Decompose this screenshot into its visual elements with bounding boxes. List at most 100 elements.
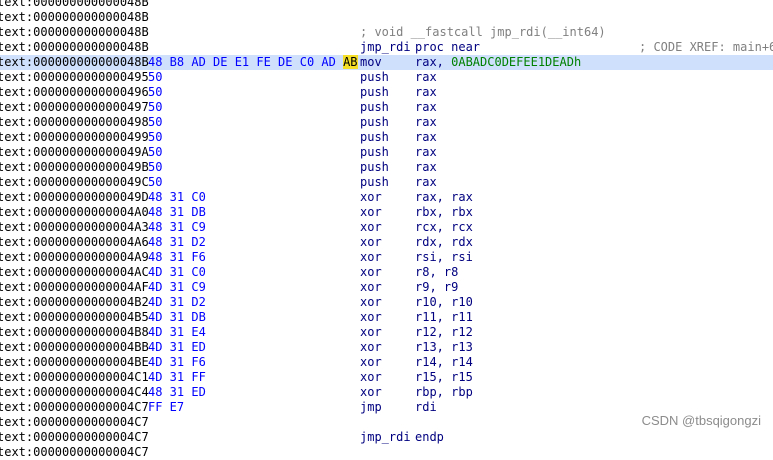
- instruction-mnemonic[interactable]: push: [360, 70, 389, 85]
- instruction-operands[interactable]: rax, 0ABADC0DEFEE1DEADh: [415, 55, 581, 70]
- listing-line[interactable]: text:00000000000004A0 48 31 DB xor rbx, rbx: [0, 205, 773, 220]
- line-address[interactable]: text:0000000000000499: [0, 130, 149, 145]
- listing-line[interactable]: text:00000000000004C7: [0, 445, 773, 460]
- listing-line[interactable]: text:00000000000004B5 4D 31 DB xor r11, r11: [0, 310, 773, 325]
- listing-line[interactable]: text:0000000000000497 50 push rax: [0, 100, 773, 115]
- instruction-operands[interactable]: rax: [415, 115, 437, 130]
- instruction-mnemonic[interactable]: xor: [360, 370, 382, 385]
- opcode-bytes[interactable]: 4D 31 C9: [148, 280, 206, 295]
- listing-line[interactable]: text:000000000000048B: [0, 10, 773, 25]
- line-address[interactable]: text:00000000000004C7: [0, 415, 149, 430]
- instruction-operands[interactable]: r11, r11: [415, 310, 473, 325]
- listing-line[interactable]: text:00000000000004C1 4D 31 FF xor r15, r15: [0, 370, 773, 385]
- listing-line[interactable]: text:000000000000048B 48 B8 AD DE E1 FE D…: [0, 55, 773, 70]
- opcode-bytes[interactable]: 4D 31 E4: [148, 325, 206, 340]
- listing-line[interactable]: text:00000000000004AF 4D 31 C9 xor r9, r9: [0, 280, 773, 295]
- instruction-operands[interactable]: r13, r13: [415, 340, 473, 355]
- opcode-bytes[interactable]: 4D 31 F6: [148, 355, 206, 370]
- opcode-bytes[interactable]: 4D 31 DB: [148, 310, 206, 325]
- instruction-mnemonic[interactable]: xor: [360, 385, 382, 400]
- instruction-mnemonic[interactable]: push: [360, 175, 389, 190]
- listing-line[interactable]: text:00000000000004A9 48 31 F6 xor rsi, rsi: [0, 250, 773, 265]
- opcode-bytes[interactable]: 50: [148, 175, 162, 190]
- instruction-mnemonic[interactable]: xor: [360, 310, 382, 325]
- listing-line[interactable]: text:00000000000004C7 jmp_rdi endp: [0, 430, 773, 445]
- instruction-mnemonic[interactable]: xor: [360, 280, 382, 295]
- listing-line[interactable]: text:000000000000049B 50 push rax: [0, 160, 773, 175]
- line-address[interactable]: text:000000000000048B: [0, 25, 149, 40]
- line-address[interactable]: text:000000000000049C: [0, 175, 149, 190]
- instruction-operands[interactable]: r15, r15: [415, 370, 473, 385]
- instruction-operands[interactable]: rdi: [415, 400, 437, 415]
- disassembly-listing[interactable]: text:000000000000048B text:00000000000004…: [0, 0, 773, 460]
- listing-line[interactable]: text:00000000000004B2 4D 31 D2 xor r10, r10: [0, 295, 773, 310]
- listing-line[interactable]: text:0000000000000496 50 push rax: [0, 85, 773, 100]
- instruction-mnemonic[interactable]: xor: [360, 325, 382, 340]
- instruction-operands[interactable]: rax: [415, 160, 437, 175]
- listing-line[interactable]: text:0000000000000498 50 push rax: [0, 115, 773, 130]
- line-address[interactable]: text:00000000000004C7: [0, 400, 149, 415]
- opcode-bytes[interactable]: 50: [148, 115, 162, 130]
- instruction-operands[interactable]: r12, r12: [415, 325, 473, 340]
- listing-line[interactable]: text:00000000000004B8 4D 31 E4 xor r12, r12: [0, 325, 773, 340]
- line-address[interactable]: text:000000000000049D: [0, 190, 149, 205]
- opcode-bytes[interactable]: 48 31 C9: [148, 220, 206, 235]
- opcode-bytes[interactable]: 50: [148, 130, 162, 145]
- line-address[interactable]: text:00000000000004B8: [0, 325, 149, 340]
- line-address[interactable]: text:00000000000004B5: [0, 310, 149, 325]
- instruction-mnemonic[interactable]: xor: [360, 355, 382, 370]
- immediate-value[interactable]: 0ABADC0DEFEE1DEADh: [451, 55, 581, 69]
- listing-line[interactable]: text:0000000000000495 50 push rax: [0, 70, 773, 85]
- line-address[interactable]: text:00000000000004BE: [0, 355, 149, 370]
- listing-line[interactable]: text:000000000000048B ; void __fastcall j…: [0, 25, 773, 40]
- instruction-operands[interactable]: rdx, rdx: [415, 235, 473, 250]
- opcode-bytes[interactable]: 48 31 ED: [148, 385, 206, 400]
- opcode-bytes[interactable]: 48 31 D2: [148, 235, 206, 250]
- opcode-bytes[interactable]: 4D 31 D2: [148, 295, 206, 310]
- opcode-bytes[interactable]: 50: [148, 100, 162, 115]
- listing-line[interactable]: text:000000000000048B: [0, 0, 773, 10]
- line-address[interactable]: text:0000000000000495: [0, 70, 149, 85]
- instruction-operands[interactable]: rbp, rbp: [415, 385, 473, 400]
- instruction-operands[interactable]: proc near: [415, 40, 480, 55]
- line-address[interactable]: text:0000000000000496: [0, 85, 149, 100]
- instruction-mnemonic[interactable]: jmp_rdi: [360, 40, 411, 55]
- instruction-mnemonic[interactable]: push: [360, 85, 389, 100]
- line-address[interactable]: text:00000000000004C1: [0, 370, 149, 385]
- line-address[interactable]: text:00000000000004A9: [0, 250, 149, 265]
- listing-line[interactable]: text:000000000000048B jmp_rdi proc near ; C…: [0, 40, 773, 55]
- listing-line[interactable]: text:0000000000000499 50 push rax: [0, 130, 773, 145]
- line-address[interactable]: text:000000000000048B: [0, 55, 149, 70]
- opcode-bytes[interactable]: 4D 31 ED: [148, 340, 206, 355]
- instruction-mnemonic[interactable]: jmp: [360, 400, 382, 415]
- listing-line[interactable]: text:00000000000004BE 4D 31 F6 xor r14, r14: [0, 355, 773, 370]
- line-address[interactable]: text:0000000000000498: [0, 115, 149, 130]
- cursor-byte[interactable]: AB: [343, 55, 358, 69]
- opcode-bytes[interactable]: 50: [148, 70, 162, 85]
- line-address[interactable]: text:00000000000004AC: [0, 265, 149, 280]
- instruction-operands[interactable]: r8, r8: [415, 265, 458, 280]
- line-address[interactable]: text:00000000000004C7: [0, 445, 149, 460]
- line-address[interactable]: text:00000000000004A0: [0, 205, 149, 220]
- instruction-operands[interactable]: rax: [415, 175, 437, 190]
- line-address[interactable]: text:000000000000049A: [0, 145, 149, 160]
- listing-line[interactable]: text:000000000000049D 48 31 C0 xor rax, rax: [0, 190, 773, 205]
- line-address[interactable]: text:00000000000004A6: [0, 235, 149, 250]
- instruction-operands[interactable]: rax: [415, 145, 437, 160]
- instruction-mnemonic[interactable]: xor: [360, 295, 382, 310]
- instruction-operands[interactable]: rax, rax: [415, 190, 473, 205]
- instruction-mnemonic[interactable]: push: [360, 145, 389, 160]
- instruction-mnemonic[interactable]: xor: [360, 250, 382, 265]
- opcode-bytes[interactable]: FF E7: [148, 400, 184, 415]
- opcode-bytes[interactable]: 48 31 C0: [148, 190, 206, 205]
- instruction-operands[interactable]: rbx, rbx: [415, 205, 473, 220]
- instruction-operands[interactable]: r10, r10: [415, 295, 473, 310]
- instruction-operands[interactable]: r9, r9: [415, 280, 458, 295]
- instruction-mnemonic[interactable]: xor: [360, 265, 382, 280]
- line-address[interactable]: text:00000000000004A3: [0, 220, 149, 235]
- listing-line[interactable]: text:000000000000049A 50 push rax: [0, 145, 773, 160]
- line-address[interactable]: text:0000000000000497: [0, 100, 149, 115]
- opcode-bytes[interactable]: 48 31 DB: [148, 205, 206, 220]
- instruction-mnemonic[interactable]: push: [360, 160, 389, 175]
- instruction-mnemonic[interactable]: mov: [360, 55, 382, 70]
